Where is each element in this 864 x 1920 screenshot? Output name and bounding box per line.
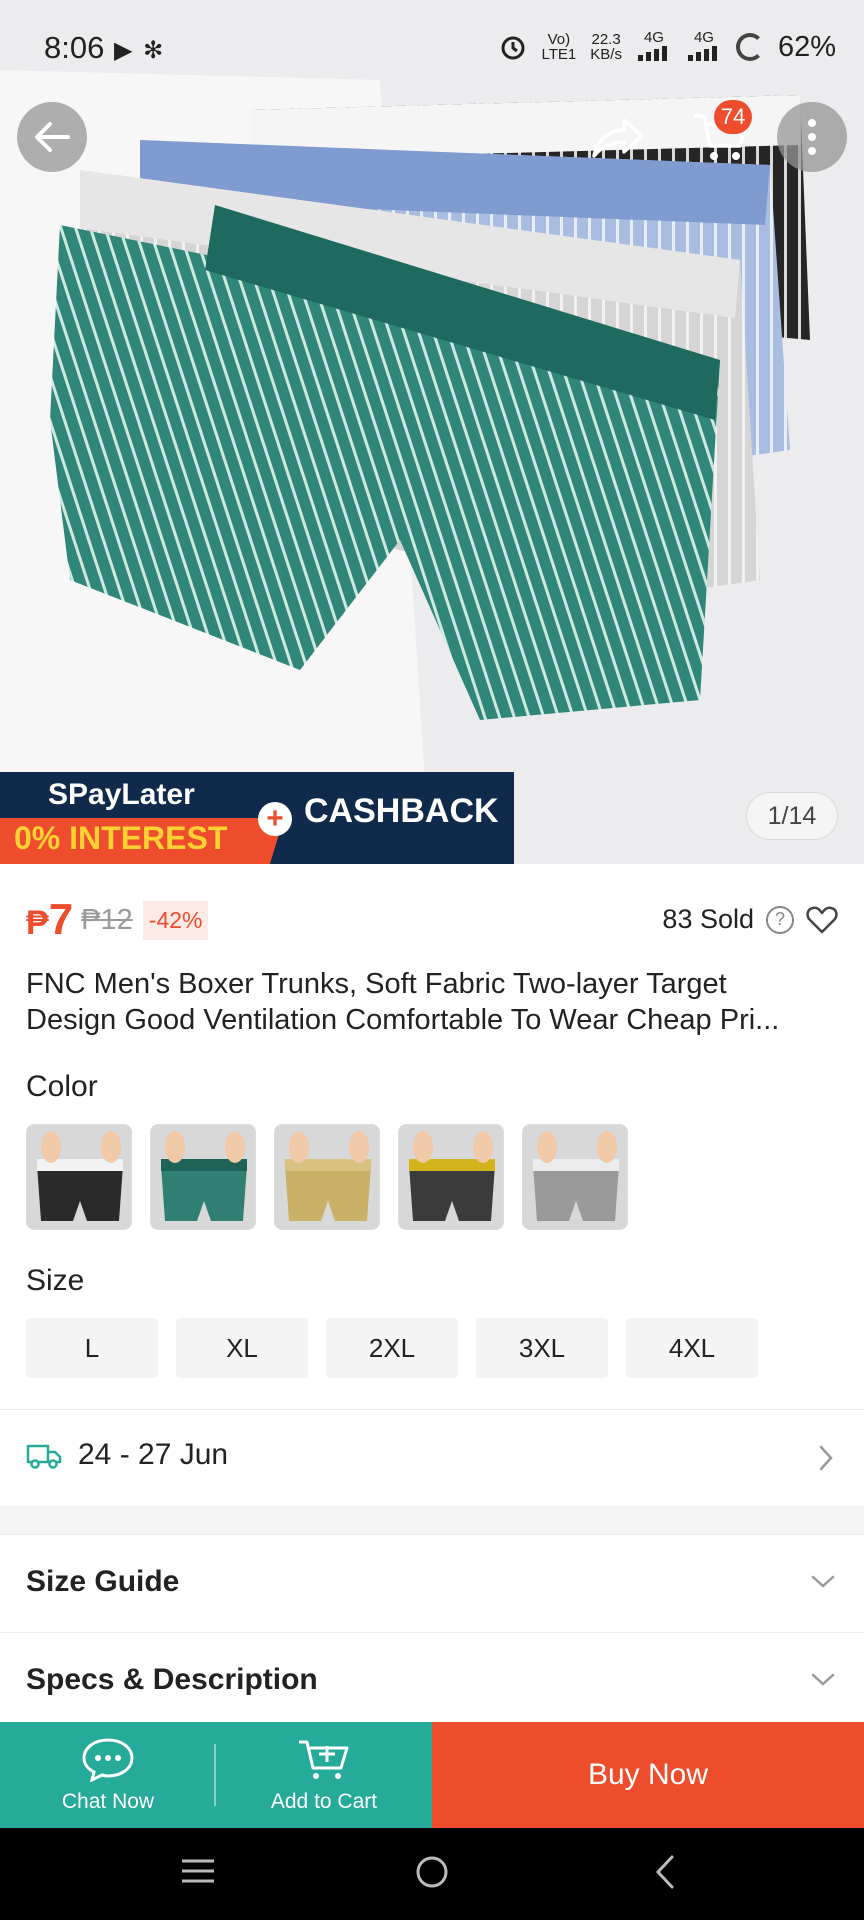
recent-apps-icon[interactable] [180,1856,216,1886]
image-counter: 1/14 [746,792,838,840]
chevron-down-icon [811,1673,835,1686]
size-option[interactable]: L [26,1318,158,1378]
delivery-row[interactable]: 24 - 27 Jun [0,1410,864,1504]
current-price-value: 7 [48,895,74,944]
system-back-icon[interactable] [654,1854,676,1890]
promo-spaylater: SPayLater [48,778,195,811]
home-icon[interactable] [414,1854,450,1890]
original-price: ₱12 [81,903,133,936]
color-options [26,1124,628,1230]
color-swatch-dark-grey[interactable] [398,1124,504,1230]
specs-description-section[interactable]: Specs & Description [0,1632,864,1730]
buy-now-button[interactable]: Buy Now [432,1722,864,1828]
size-option[interactable]: 3XL [476,1318,608,1378]
more-vertical-icon [808,119,816,155]
status-bar: 8:06 ▶ ✻ Vo) LTE1 22.3 KB/s 4G 4G 62% [0,0,864,98]
add-cart-icon [299,1740,349,1779]
color-swatch-black[interactable] [26,1124,132,1230]
more-options-button[interactable] [777,102,847,172]
signal-icon [637,46,667,61]
truck-icon [26,1444,62,1469]
product-title-line-2: Design Good Ventilation Comfortable To W… [26,1004,780,1036]
help-icon[interactable]: ? [766,905,794,934]
heart-icon[interactable] [806,905,838,935]
add-to-cart-label: Add to Cart [270,1790,378,1813]
sold-count: 83 Sold [662,904,754,934]
size-options: L XL 2XL 3XL 4XL [26,1318,758,1378]
price-row: ₱7 ₱12 -42% [26,892,209,948]
notification-icons: ▶ ✻ [114,37,166,64]
chat-now-label: Chat Now [61,1790,155,1813]
size-label: Size [26,1264,85,1297]
chat-icon [82,1738,134,1782]
product-title-line-1: FNC Men's Boxer Trunks, Soft Fabric Two-… [26,968,727,1000]
size-guide-section[interactable]: Size Guide [0,1534,864,1632]
specs-description-label: Specs & Description [26,1663,318,1696]
discount-badge: -42% [142,900,209,940]
chat-now-button[interactable]: Chat Now [0,1722,216,1828]
system-navigation-bar [0,1828,864,1920]
action-separator [214,1744,216,1806]
color-label: Color [26,1070,98,1103]
size-option[interactable]: XL [176,1318,308,1378]
sold-info: 83 Sold ? [662,904,838,935]
secondary-actions: Chat Now Add to Cart [0,1722,432,1828]
color-swatch-green[interactable] [150,1124,256,1230]
chevron-right-icon [819,1445,833,1471]
size-guide-label: Size Guide [26,1565,180,1598]
status-indicators: Vo) LTE1 22.3 KB/s 4G 4G 62% [498,30,836,64]
battery-percent: 62% [777,30,836,63]
color-swatch-khaki[interactable] [274,1124,380,1230]
volte-indicator: Vo) LTE1 [541,31,577,63]
network-speed: 22.3 KB/s [590,31,622,63]
bottom-action-bar: Chat Now Add to Cart Buy Now [0,1722,864,1828]
color-swatch-grey[interactable] [522,1124,628,1230]
section-gap [0,1506,864,1534]
status-time: 8:06 [44,30,105,65]
promo-interest: 0% INTEREST [14,820,228,856]
chevron-down-icon [811,1575,835,1588]
plus-icon: + [258,802,292,836]
promo-cashback: CASHBACK [304,792,499,830]
alarm-icon [501,36,525,60]
delivery-dates: 24 - 27 Jun [78,1438,229,1471]
share-icon[interactable] [590,112,646,162]
currency-symbol: ₱ [26,904,49,942]
back-button[interactable] [17,102,87,172]
add-to-cart-button[interactable]: Add to Cart [216,1722,432,1828]
size-option[interactable]: 2XL [326,1318,458,1378]
battery-icon [735,33,764,61]
promo-banner[interactable]: SPayLater 0% INTEREST + CASHBACK [0,772,514,864]
signal-2: 4G [686,30,722,64]
signal-1: 4G [636,30,672,64]
arrow-left-icon [35,122,70,152]
product-image-carousel[interactable]: 8:06 ▶ ✻ Vo) LTE1 22.3 KB/s 4G 4G 62% 74 S… [0,0,864,864]
product-title: FNC Men's Boxer Trunks, Soft Fabric Two-… [26,966,838,1038]
cart-count-badge: 74 [714,100,752,134]
signal-icon [687,46,717,61]
current-price: ₱7 [26,895,73,945]
size-option[interactable]: 4XL [626,1318,758,1378]
